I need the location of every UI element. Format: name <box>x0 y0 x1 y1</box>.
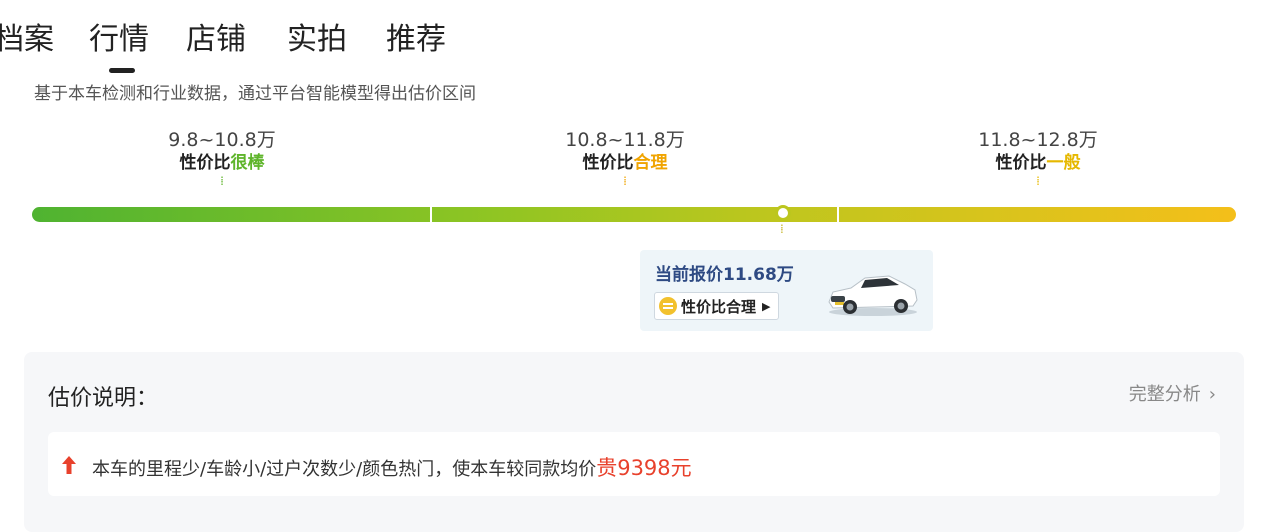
play-arrow-icon: ▶ <box>762 299 771 313</box>
range-price: 11.8~12.8万 <box>978 129 1098 151</box>
range-tick-dots: ⁞ <box>220 174 224 188</box>
range-average: 11.8~12.8万 性价比一般 ⁞ <box>888 128 1188 187</box>
tab-store[interactable]: 店铺 <box>186 14 246 58</box>
reason-amount: 贵9398元 <box>596 456 692 480</box>
panel-title: 估价说明： <box>48 386 159 411</box>
range-price: 9.8~10.8万 <box>168 129 276 151</box>
range-great: 9.8~10.8万 性价比很棒 ⁞ <box>72 128 372 187</box>
current-price-marker <box>775 205 791 221</box>
range-price: 10.8~11.8万 <box>565 129 685 151</box>
scale-separator <box>430 204 432 225</box>
tab-photos[interactable]: 实拍 <box>287 14 347 58</box>
tab-recommend[interactable]: 推荐 <box>386 14 446 58</box>
price-reason-text: 本车的里程少/车龄小/过户次数少/颜色热门，使本车较同款均价贵9398元 <box>92 452 692 482</box>
range-label-highlight: 很棒 <box>230 153 265 173</box>
tab-market[interactable]: 行情 <box>89 14 149 58</box>
range-label: 性价比很棒 <box>72 152 372 174</box>
current-price-card: 当前报价11.68万 性价比合理 ▶ <box>640 250 933 331</box>
tab-bar: 档案 行情 店铺 实拍 推荐 <box>0 14 600 73</box>
valuation-explanation-panel: 估价说明： 完整分析 › 本车的里程少/车龄小/过户次数少/颜色热门，使本车较同款… <box>24 352 1244 532</box>
price-scale-bar <box>32 207 1236 222</box>
active-tab-indicator <box>109 68 135 73</box>
verdict-text: 性价比合理 <box>681 297 757 316</box>
range-label: 性价比一般 <box>888 152 1188 174</box>
full-analysis-link[interactable]: 完整分析 › <box>1129 380 1216 406</box>
tab-profile[interactable]: 档案 <box>0 14 54 58</box>
range-label: 性价比合理 <box>475 152 775 174</box>
red-up-arrow-icon <box>62 456 76 474</box>
marker-dots: ⁞ <box>780 222 784 236</box>
range-label-prefix: 性价比 <box>995 153 1047 173</box>
range-label-highlight: 合理 <box>633 153 668 173</box>
valuation-subtitle: 基于本车检测和行业数据，通过平台智能模型得出估价区间 <box>34 84 476 104</box>
full-analysis-label: 完整分析 <box>1128 384 1201 405</box>
range-tick-dots: ⁞ <box>623 174 627 188</box>
range-label-prefix: 性价比 <box>582 153 634 173</box>
price-reason-card: 本车的里程少/车龄小/过户次数少/颜色热门，使本车较同款均价贵9398元 <box>48 432 1220 496</box>
range-tick-dots: ⁞ <box>1036 174 1040 188</box>
value-verdict-button[interactable]: 性价比合理 ▶ <box>654 292 780 320</box>
reason-prefix: 本车的里程少/车龄小/过户次数少/颜色热门，使本车较同款均价 <box>92 459 597 480</box>
equal-badge-icon <box>659 297 677 315</box>
chevron-right-icon: › <box>1208 384 1216 405</box>
scale-separator <box>837 204 839 225</box>
range-label-prefix: 性价比 <box>179 153 231 173</box>
range-label-highlight: 一般 <box>1046 153 1081 173</box>
white-sedan-car-image <box>828 275 918 316</box>
range-reasonable: 10.8~11.8万 性价比合理 ⁞ <box>475 128 775 187</box>
current-price-label: 当前报价11.68万 <box>655 265 794 285</box>
